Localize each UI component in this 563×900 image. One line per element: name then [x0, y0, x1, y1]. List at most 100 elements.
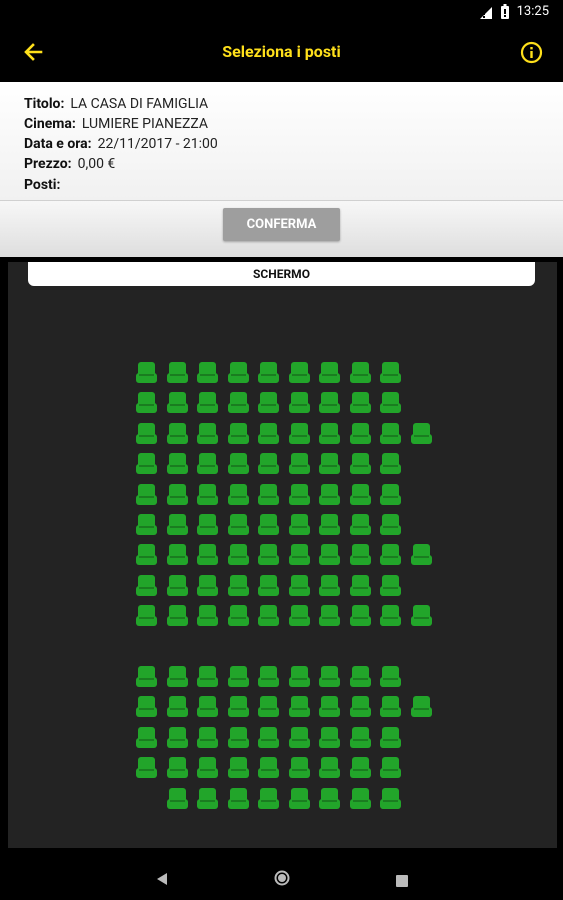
seat-icon[interactable] — [196, 665, 219, 688]
seat-icon[interactable] — [379, 665, 402, 688]
seat-icon[interactable] — [227, 422, 250, 445]
seat-icon[interactable] — [288, 665, 311, 688]
seat-icon[interactable] — [196, 391, 219, 414]
seat-icon[interactable] — [379, 513, 402, 536]
seat-icon[interactable] — [288, 756, 311, 779]
seat-icon[interactable] — [257, 604, 280, 627]
seat-icon[interactable] — [166, 756, 189, 779]
seat-icon[interactable] — [349, 391, 372, 414]
seat-icon[interactable] — [379, 452, 402, 475]
seat-icon[interactable] — [166, 604, 189, 627]
seat-icon[interactable] — [410, 422, 433, 445]
seat-icon[interactable] — [318, 513, 341, 536]
seat-icon[interactable] — [288, 787, 311, 810]
seat-icon[interactable] — [135, 695, 158, 718]
seat-icon[interactable] — [257, 695, 280, 718]
seat-icon[interactable] — [257, 452, 280, 475]
seat-icon[interactable] — [288, 604, 311, 627]
seat-icon[interactable] — [227, 695, 250, 718]
seat-icon[interactable] — [349, 726, 372, 749]
seat-icon[interactable] — [379, 787, 402, 810]
seat-icon[interactable] — [349, 422, 372, 445]
seat-icon[interactable] — [349, 543, 372, 566]
seat-icon[interactable] — [349, 604, 372, 627]
seat-icon[interactable] — [318, 543, 341, 566]
seat-icon[interactable] — [227, 543, 250, 566]
seat-icon[interactable] — [379, 483, 402, 506]
seat-icon[interactable] — [166, 665, 189, 688]
seat-icon[interactable] — [257, 361, 280, 384]
seat-icon[interactable] — [135, 361, 158, 384]
seat-icon[interactable] — [227, 726, 250, 749]
seat-icon[interactable] — [227, 513, 250, 536]
seat-icon[interactable] — [166, 726, 189, 749]
seat-icon[interactable] — [318, 452, 341, 475]
seat-icon[interactable] — [288, 695, 311, 718]
seat-icon[interactable] — [318, 787, 341, 810]
seat-icon[interactable] — [135, 422, 158, 445]
seat-icon[interactable] — [166, 452, 189, 475]
seat-icon[interactable] — [379, 726, 402, 749]
seat-icon[interactable] — [135, 483, 158, 506]
seat-icon[interactable] — [257, 543, 280, 566]
seat-icon[interactable] — [410, 543, 433, 566]
seat-icon[interactable] — [318, 756, 341, 779]
seat-icon[interactable] — [257, 574, 280, 597]
seat-icon[interactable] — [288, 391, 311, 414]
seat-icon[interactable] — [227, 452, 250, 475]
seat-icon[interactable] — [318, 604, 341, 627]
seat-icon[interactable] — [379, 604, 402, 627]
seat-icon[interactable] — [318, 726, 341, 749]
seat-icon[interactable] — [196, 787, 219, 810]
seat-icon[interactable] — [196, 604, 219, 627]
seat-icon[interactable] — [166, 787, 189, 810]
seat-icon[interactable] — [227, 787, 250, 810]
confirm-button[interactable]: CONFERMA — [223, 208, 340, 241]
seat-icon[interactable] — [135, 665, 158, 688]
seat-icon[interactable] — [166, 391, 189, 414]
seat-icon[interactable] — [288, 422, 311, 445]
seat-icon[interactable] — [196, 543, 219, 566]
seat-icon[interactable] — [349, 574, 372, 597]
seat-icon[interactable] — [288, 574, 311, 597]
seat-icon[interactable] — [349, 695, 372, 718]
seat-icon[interactable] — [196, 574, 219, 597]
seat-icon[interactable] — [135, 604, 158, 627]
seat-icon[interactable] — [349, 452, 372, 475]
info-circle-icon[interactable] — [520, 41, 543, 68]
seat-icon[interactable] — [257, 513, 280, 536]
seat-icon[interactable] — [166, 483, 189, 506]
seat-icon[interactable] — [288, 361, 311, 384]
seat-icon[interactable] — [257, 483, 280, 506]
seat-icon[interactable] — [196, 513, 219, 536]
seat-icon[interactable] — [318, 483, 341, 506]
seat-icon[interactable] — [379, 543, 402, 566]
seat-icon[interactable] — [349, 361, 372, 384]
seat-icon[interactable] — [227, 361, 250, 384]
seat-icon[interactable] — [135, 574, 158, 597]
seat-icon[interactable] — [349, 665, 372, 688]
seat-icon[interactable] — [379, 361, 402, 384]
seat-icon[interactable] — [135, 513, 158, 536]
seat-icon[interactable] — [196, 756, 219, 779]
seat-icon[interactable] — [135, 543, 158, 566]
seat-icon[interactable] — [257, 391, 280, 414]
seat-icon[interactable] — [166, 543, 189, 566]
seat-icon[interactable] — [257, 665, 280, 688]
seat-icon[interactable] — [196, 452, 219, 475]
seat-icon[interactable] — [135, 452, 158, 475]
seat-icon[interactable] — [349, 483, 372, 506]
seat-icon[interactable] — [135, 391, 158, 414]
seat-icon[interactable] — [349, 787, 372, 810]
nav-home-icon[interactable] — [274, 870, 290, 890]
seat-icon[interactable] — [227, 483, 250, 506]
seat-icon[interactable] — [288, 513, 311, 536]
seat-icon[interactable] — [379, 422, 402, 445]
seat-icon[interactable] — [379, 574, 402, 597]
seat-icon[interactable] — [196, 361, 219, 384]
seat-icon[interactable] — [227, 604, 250, 627]
seat-icon[interactable] — [166, 422, 189, 445]
seat-icon[interactable] — [166, 513, 189, 536]
seat-icon[interactable] — [166, 361, 189, 384]
seat-icon[interactable] — [318, 574, 341, 597]
